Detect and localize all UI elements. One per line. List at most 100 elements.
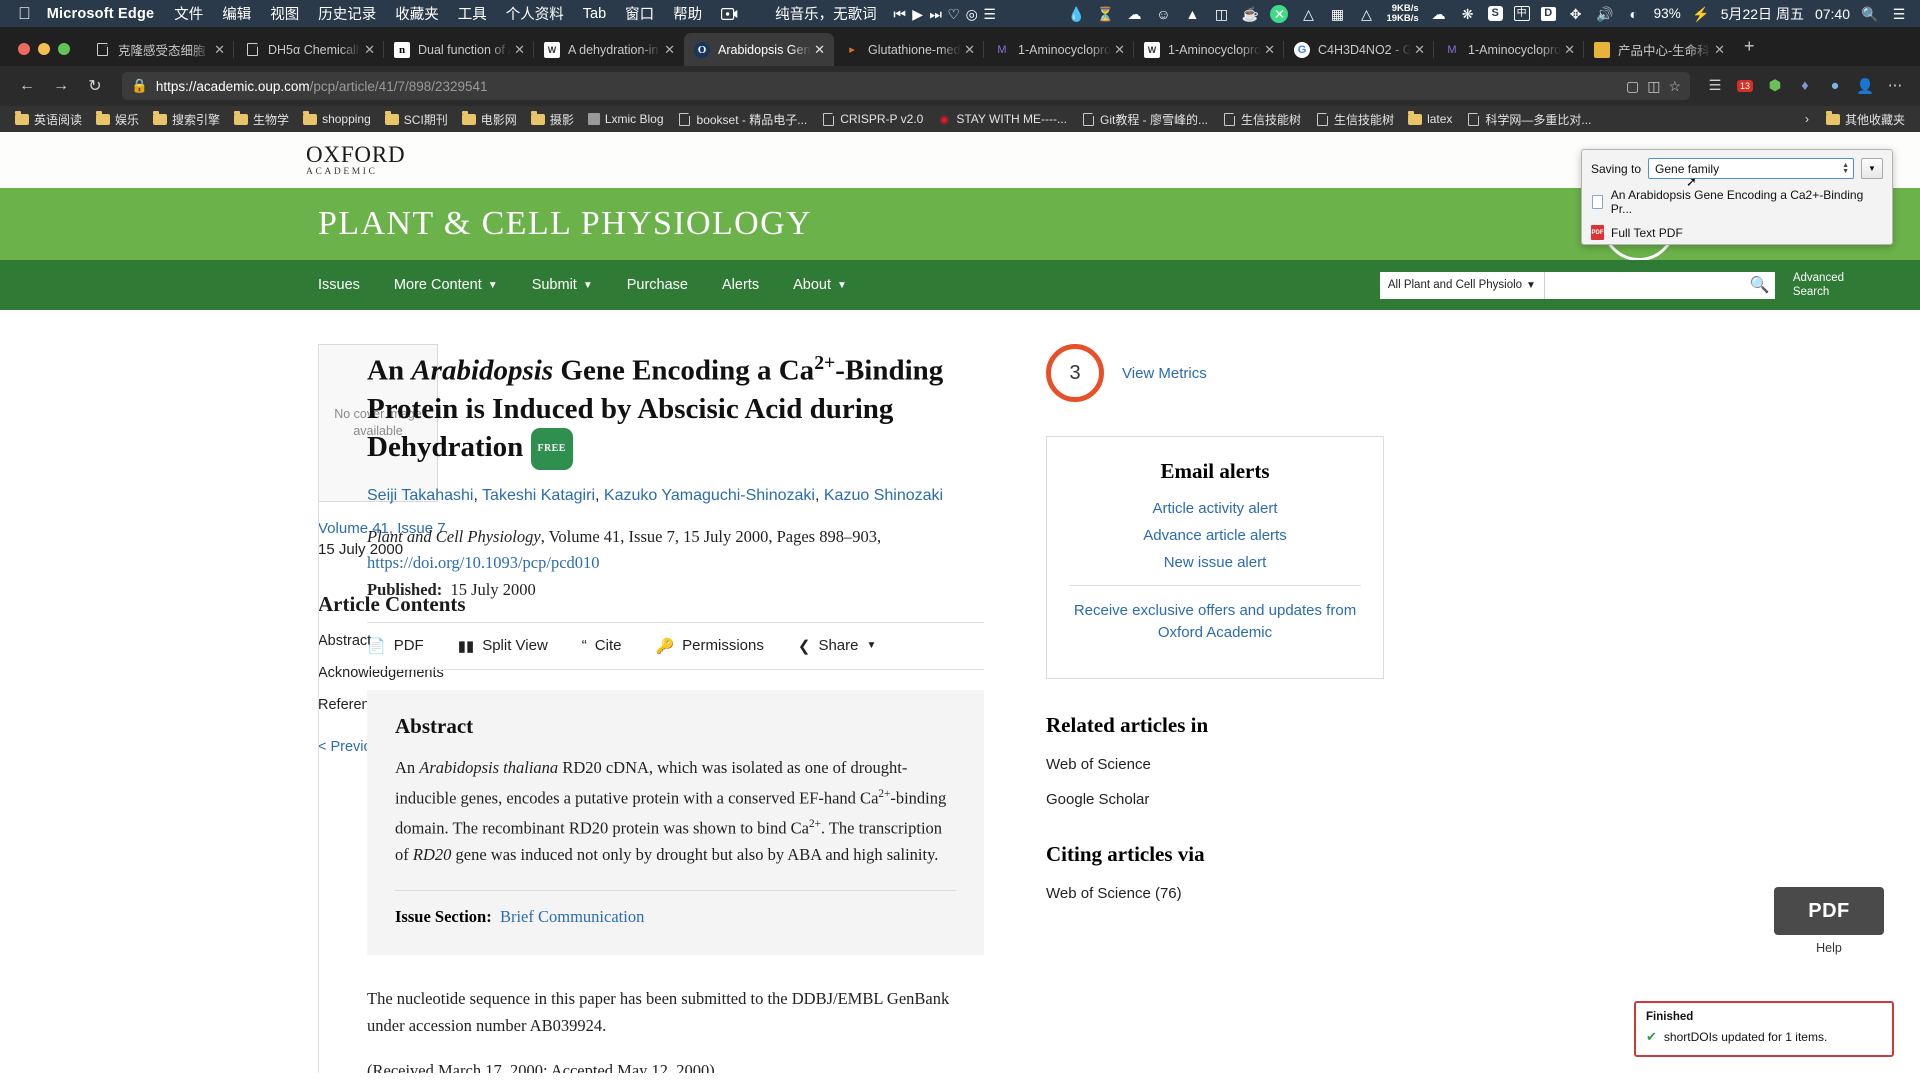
bookmark-item[interactable]: SCI期刊 (378, 111, 455, 128)
nav-item-about[interactable]: About ▼ (793, 277, 847, 293)
alert-link-new-issue[interactable]: New issue alert (1065, 554, 1365, 571)
nav-item-submit[interactable]: Submit ▼ (532, 277, 593, 293)
zotero-save-popup[interactable]: Saving to Gene family ▲ ▼ ▼ An Arabidopsi… (1581, 149, 1893, 245)
issue-section-link[interactable]: Brief Communication (500, 907, 644, 926)
chevron-down-icon[interactable]: ▼ (1861, 158, 1883, 179)
menu-item-file[interactable]: 文件 (174, 3, 203, 24)
close-icon[interactable]: ✕ (1111, 42, 1128, 58)
bookmark-item[interactable]: 搜索引擎 (146, 111, 227, 128)
close-icon[interactable]: ✕ (511, 42, 528, 58)
altmetric-score-badge[interactable]: 3 (1046, 344, 1104, 402)
pdf-button[interactable]: 📄 PDF (367, 637, 424, 655)
control-center-icon[interactable]: ☰ (1890, 5, 1908, 23)
bookmark-item[interactable]: 摄影 (524, 111, 581, 128)
pdf-download-button[interactable]: PDF (1774, 887, 1884, 935)
oxford-academic-logo[interactable]: OXFORD ACADEMIC (306, 143, 405, 178)
green-circle-icon[interactable]: ✕ (1270, 4, 1289, 23)
author-link[interactable]: Takeshi Katagiri (482, 487, 595, 504)
translate-icon[interactable]: ♦ (1792, 73, 1818, 99)
browser-tab[interactable]: G C4H3D4NO2 - G ✕ (1283, 33, 1434, 66)
browser-tab[interactable]: DH5α Chemically ✕ (233, 33, 384, 66)
alert-link-article-activity[interactable]: Article activity alert (1065, 500, 1365, 517)
grid-icon[interactable]: ▦ (1328, 5, 1346, 23)
browser-tab[interactable]: M 1-Aminocyclopro ✕ (983, 33, 1134, 66)
bookmark-item[interactable]: 生物学 (227, 111, 296, 128)
menu-item-tools[interactable]: 工具 (458, 3, 487, 24)
bookmark-item[interactable]: bookset - 精品电子... (671, 111, 815, 128)
split-view-button[interactable]: ▮▮ Split View (458, 637, 548, 655)
zotero-finished-toast[interactable]: Finished ✔ shortDOIs updated for 1 items… (1634, 1001, 1894, 1057)
share-button[interactable]: ❮ Share ▼ (798, 637, 877, 655)
screen-record-icon[interactable] (721, 7, 738, 20)
search-icon[interactable]: 🔍 (1745, 272, 1775, 299)
cite-button[interactable]: “ Cite (582, 637, 622, 654)
advanced-search-link[interactable]: Advanced Search (1793, 271, 1844, 299)
equalizer-icon[interactable]: ☰ (981, 5, 999, 23)
search-field[interactable]: 🔍 (1544, 271, 1775, 299)
heart-icon[interactable]: ♡ (945, 5, 963, 23)
reload-icon[interactable]: ↻ (80, 71, 110, 101)
extensions-badge-icon[interactable]: 13 (1732, 73, 1758, 99)
battery-percent[interactable]: 93% (1654, 6, 1681, 21)
other-bookmarks-button[interactable]: 其他收藏夹 (1819, 111, 1912, 128)
forward-arrow-icon[interactable]: → (46, 71, 76, 101)
zoom-button[interactable] (58, 43, 70, 55)
close-icon[interactable]: ✕ (811, 42, 828, 58)
new-tab-button[interactable]: + (1734, 36, 1765, 66)
back-arrow-icon[interactable]: ← (12, 71, 42, 101)
cup-icon[interactable]: ☕ (1241, 5, 1259, 23)
archive-icon[interactable]: ◫ (1212, 5, 1230, 23)
target-icon[interactable]: ◎ (963, 5, 981, 23)
stepper-icon[interactable]: ▲ ▼ (1842, 162, 1849, 175)
favorite-star-icon[interactable]: ☆ (1668, 78, 1681, 95)
browser-tab[interactable]: 产品中心-生命科 ✕ (1583, 33, 1734, 66)
close-icon[interactable]: ✕ (661, 42, 678, 58)
nord-vpn-icon[interactable]: ● (1822, 73, 1848, 99)
menu-item-window[interactable]: 窗口 (625, 3, 654, 24)
permissions-button[interactable]: 🔑 Permissions (655, 637, 763, 655)
s-icon[interactable]: S (1487, 6, 1503, 21)
bookmark-item[interactable]: 科学网—多重比对... (1459, 111, 1598, 128)
menubar-date[interactable]: 5月22日 周五 (1721, 4, 1804, 24)
browser-tab[interactable]: W 1-Aminocyclopro ✕ (1133, 33, 1284, 66)
chinese-ime-icon[interactable]: 中 (1513, 6, 1530, 21)
bookmark-item[interactable]: 英语阅读 (8, 111, 89, 128)
nav-item-alerts[interactable]: Alerts (722, 277, 759, 293)
now-playing-title[interactable]: 纯音乐，无歌词 (775, 3, 877, 24)
browser-tab[interactable]: W A dehydration-in ✕ (533, 33, 684, 66)
nav-item-purchase[interactable]: Purchase (627, 277, 688, 293)
browser-tab[interactable]: ▸ Glutathione-med ✕ (834, 33, 984, 66)
menubar-time[interactable]: 07:40 (1815, 6, 1850, 22)
pdf-help-widget[interactable]: PDF Help (1774, 887, 1884, 955)
volume-icon[interactable]: 🔊 (1596, 5, 1614, 23)
zotero-collection-select[interactable]: Gene family ▲ ▼ (1648, 158, 1854, 179)
next-track-icon[interactable]: ⏭ (927, 5, 945, 23)
play-icon[interactable]: ▶ (909, 5, 927, 23)
cat-icon[interactable]: △ (1357, 5, 1375, 23)
browser-tab[interactable]: n Dual function of A ✕ (383, 33, 534, 66)
close-icon[interactable]: ✕ (1261, 42, 1278, 58)
bookmark-item[interactable]: Git教程 - 廖雪峰的... (1074, 111, 1215, 128)
doi-link[interactable]: https://doi.org/10.1093/pcp/pcd010 (367, 553, 600, 572)
browser-tab[interactable]: 克隆感受态细胞 ✕ (84, 33, 234, 66)
zotero-saved-item[interactable]: An Arabidopsis Gene Encoding a Ca2+-Bind… (1591, 188, 1883, 216)
close-icon[interactable]: ✕ (361, 42, 378, 58)
author-link[interactable]: Seiji Takahashi (367, 487, 473, 504)
bookmark-item[interactable]: 生信技能树 (1215, 111, 1308, 128)
network-speed-indicator[interactable]: 9KB/s 19KB/s (1386, 3, 1418, 24)
bookmark-item[interactable]: 生信技能树 (1308, 111, 1401, 128)
browser-tab[interactable]: M 1-Aminocyclopro ✕ (1433, 33, 1584, 66)
search-scope-select[interactable]: All Plant and Cell Physiolo ▼ (1379, 271, 1545, 299)
smiley-icon[interactable]: ☺ (1154, 5, 1172, 23)
bluetooth-icon[interactable]: ✥ (1567, 5, 1585, 23)
zotero-saved-attachment[interactable]: PDF Full Text PDF (1591, 225, 1883, 240)
close-icon[interactable]: ✕ (1711, 42, 1728, 58)
chevron-right-icon[interactable]: › (1805, 112, 1809, 126)
browser-tab-active[interactable]: O Arabidopsis Gene ✕ (684, 33, 834, 66)
view-metrics-link[interactable]: View Metrics (1122, 365, 1207, 382)
bookmark-item[interactable]: latex (1401, 111, 1459, 126)
bear-icon[interactable]: ▲ (1183, 5, 1201, 23)
close-icon[interactable]: ✕ (211, 42, 228, 58)
menu-item-favorites[interactable]: 收藏夹 (395, 3, 439, 24)
battery-charging-icon[interactable]: ⚡ (1692, 5, 1710, 23)
